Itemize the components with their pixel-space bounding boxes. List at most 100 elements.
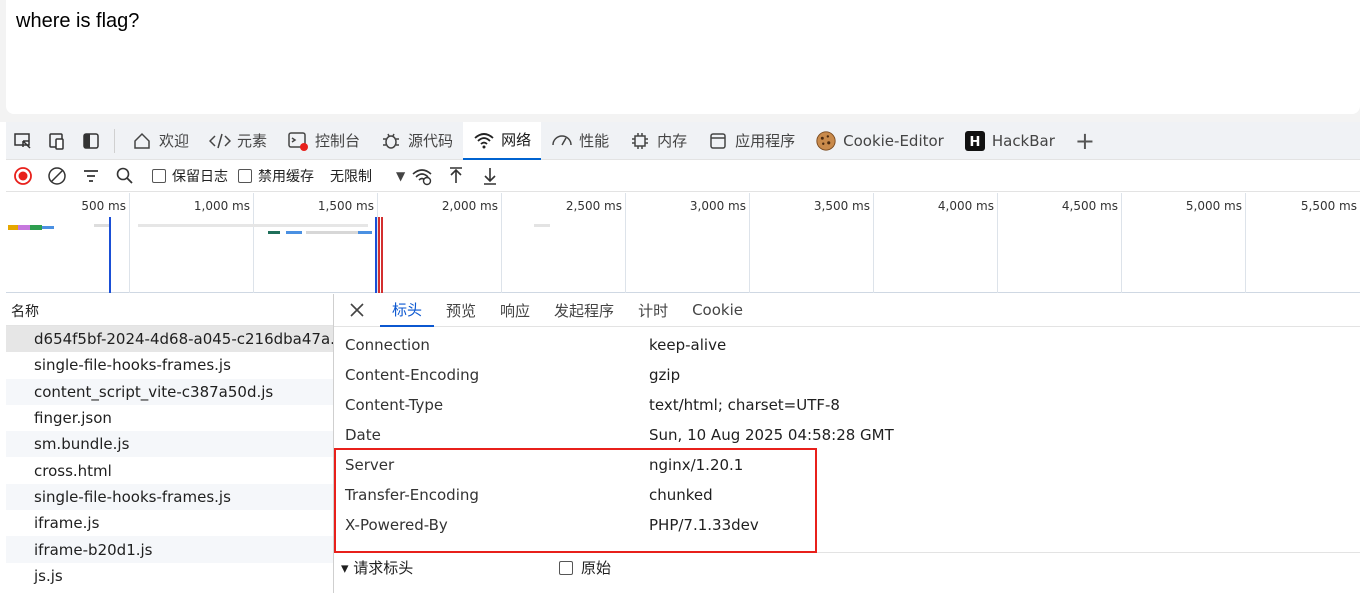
- timeline-tick: 3,000 ms: [690, 193, 750, 293]
- cookie-icon: [815, 130, 837, 152]
- timeline-bar: [138, 224, 368, 227]
- clear-icon[interactable]: [40, 160, 74, 192]
- tab-label: 应用程序: [735, 132, 796, 150]
- header-row: Transfer-Encoding chunked: [334, 480, 1360, 510]
- request-headers-title[interactable]: ▾ 请求标头: [334, 557, 559, 578]
- page-content: where is flag?: [6, 0, 1360, 114]
- checkbox-box[interactable]: [152, 168, 166, 183]
- timeline-overview[interactable]: 500 ms 1,000 ms 1,500 ms 2,000 ms 2,500 …: [6, 193, 1360, 293]
- memory-icon: [629, 130, 651, 152]
- tab-headers[interactable]: 标头: [380, 293, 435, 327]
- checkbox-box[interactable]: [238, 168, 252, 183]
- request-row[interactable]: iframe-b20d1.js: [6, 536, 333, 563]
- raw-label: 原始: [581, 559, 612, 577]
- tab-welcome[interactable]: 欢迎: [121, 122, 199, 160]
- tab-application[interactable]: 应用程序: [697, 122, 805, 160]
- tab-cookies[interactable]: Cookie: [680, 294, 755, 327]
- request-row[interactable]: cross.html: [6, 457, 333, 483]
- download-icon[interactable]: [473, 160, 507, 192]
- search-icon[interactable]: [108, 160, 142, 192]
- tab-timing[interactable]: 计时: [626, 294, 680, 327]
- tick-label: 3,000 ms: [689, 199, 746, 213]
- request-details-panel: 标头 预览 响应 发起程序 计时 Cookie Connection keep-a…: [334, 293, 1360, 593]
- close-icon[interactable]: [334, 302, 380, 318]
- tick-label: 5,000 ms: [1185, 199, 1242, 213]
- dom-content-loaded-marker: [375, 217, 377, 293]
- throttle-select[interactable]: 无限制: [330, 166, 372, 186]
- toolbar-divider: [114, 128, 115, 153]
- inspect-element-icon[interactable]: [6, 122, 40, 160]
- timeline-tick: 3,500 ms: [814, 193, 874, 293]
- request-row[interactable]: single-file-hooks-frames.js: [6, 352, 333, 378]
- tab-label: 控制台: [315, 132, 361, 150]
- timeline-bar: [358, 231, 372, 234]
- timeline-bar: [286, 231, 302, 234]
- column-header-name[interactable]: 名称: [6, 294, 333, 326]
- svg-text:H: H: [969, 135, 980, 150]
- request-row[interactable]: content_script_vite-c387a50d.js: [6, 378, 333, 405]
- application-icon: [707, 130, 729, 152]
- upload-icon[interactable]: [439, 160, 473, 192]
- request-list: 名称 d654f5bf-2024-4d68-a045-c216dba47a...…: [6, 294, 334, 593]
- tab-label: HackBar: [991, 131, 1055, 150]
- tab-sources[interactable]: 源代码: [370, 122, 463, 160]
- header-name: X-Powered-By: [345, 516, 448, 534]
- network-conditions-icon[interactable]: [405, 160, 439, 192]
- timeline-bar: [8, 225, 18, 230]
- filter-icon[interactable]: [74, 160, 108, 192]
- devtools-tab-bar: 欢迎 元素 控制台 源代码 网络 性能 内存 应用程序 Cookie-Edito…: [6, 121, 1360, 160]
- tab-performance[interactable]: 性能: [541, 122, 619, 160]
- disable-cache-checkbox[interactable]: 禁用缓存: [238, 166, 314, 186]
- bug-icon: [380, 130, 402, 152]
- header-name: Date: [345, 426, 381, 444]
- tick-label: 1,000 ms: [193, 199, 250, 213]
- request-row[interactable]: js.js: [6, 563, 333, 589]
- request-row[interactable]: d654f5bf-2024-4d68-a045-c216dba47a...: [6, 326, 333, 353]
- request-row[interactable]: finger.json: [6, 405, 333, 431]
- header-name: Connection: [345, 336, 430, 354]
- request-rows: d654f5bf-2024-4d68-a045-c216dba47a... si…: [6, 326, 333, 589]
- tab-preview[interactable]: 预览: [434, 294, 488, 327]
- more-tabs-plus-icon[interactable]: +: [1065, 127, 1105, 155]
- timeline-tick: 2,000 ms: [442, 193, 502, 293]
- chevron-down-icon[interactable]: ▼: [396, 169, 405, 183]
- tab-elements[interactable]: 元素: [199, 122, 277, 160]
- timeline-bar: [268, 231, 280, 234]
- dock-side-icon[interactable]: [74, 122, 108, 160]
- raw-checkbox[interactable]: 原始: [559, 557, 611, 578]
- header-name: Content-Encoding: [345, 366, 480, 384]
- console-icon: [287, 130, 309, 152]
- dom-content-loaded-marker: [109, 217, 111, 293]
- tab-memory[interactable]: 内存: [619, 122, 697, 160]
- tab-label: 内存: [657, 132, 688, 150]
- home-icon: [131, 130, 153, 152]
- timeline-tick: 4,500 ms: [1062, 193, 1122, 293]
- tick-label: 4,500 ms: [1061, 199, 1118, 213]
- tab-label: Cookie-Editor: [843, 131, 944, 150]
- request-row[interactable]: single-file-hooks-frames.js: [6, 483, 333, 511]
- header-name: Content-Type: [345, 396, 444, 414]
- timeline-bar: [94, 224, 110, 227]
- header-name: Transfer-Encoding: [345, 486, 479, 504]
- tab-label: 网络: [501, 131, 532, 149]
- header-value: chunked: [649, 486, 713, 504]
- tab-initiator[interactable]: 发起程序: [542, 294, 626, 327]
- performance-icon: [551, 130, 573, 152]
- tick-label: 4,000 ms: [937, 199, 994, 213]
- timeline-tick: 2,500 ms: [566, 193, 626, 293]
- request-headers-section[interactable]: ▾ 请求标头 原始: [334, 552, 1360, 582]
- checkbox-box[interactable]: [559, 560, 573, 575]
- tab-hackbar[interactable]: H HackBar: [954, 122, 1065, 160]
- preserve-log-checkbox[interactable]: 保留日志: [152, 166, 228, 186]
- tab-cookie-editor[interactable]: Cookie-Editor: [805, 122, 954, 160]
- request-row[interactable]: sm.bundle.js: [6, 431, 333, 458]
- device-toolbar-icon[interactable]: [40, 122, 74, 160]
- tab-network[interactable]: 网络: [463, 121, 542, 160]
- request-row[interactable]: iframe.js: [6, 510, 333, 536]
- header-value: nginx/1.20.1: [649, 456, 744, 474]
- tab-label: 欢迎: [159, 132, 190, 150]
- tab-console[interactable]: 控制台: [277, 122, 370, 160]
- record-icon[interactable]: [6, 160, 40, 192]
- response-headers: Connection keep-alive Content-Encoding gzi…: [334, 327, 1360, 540]
- tab-response[interactable]: 响应: [488, 294, 542, 327]
